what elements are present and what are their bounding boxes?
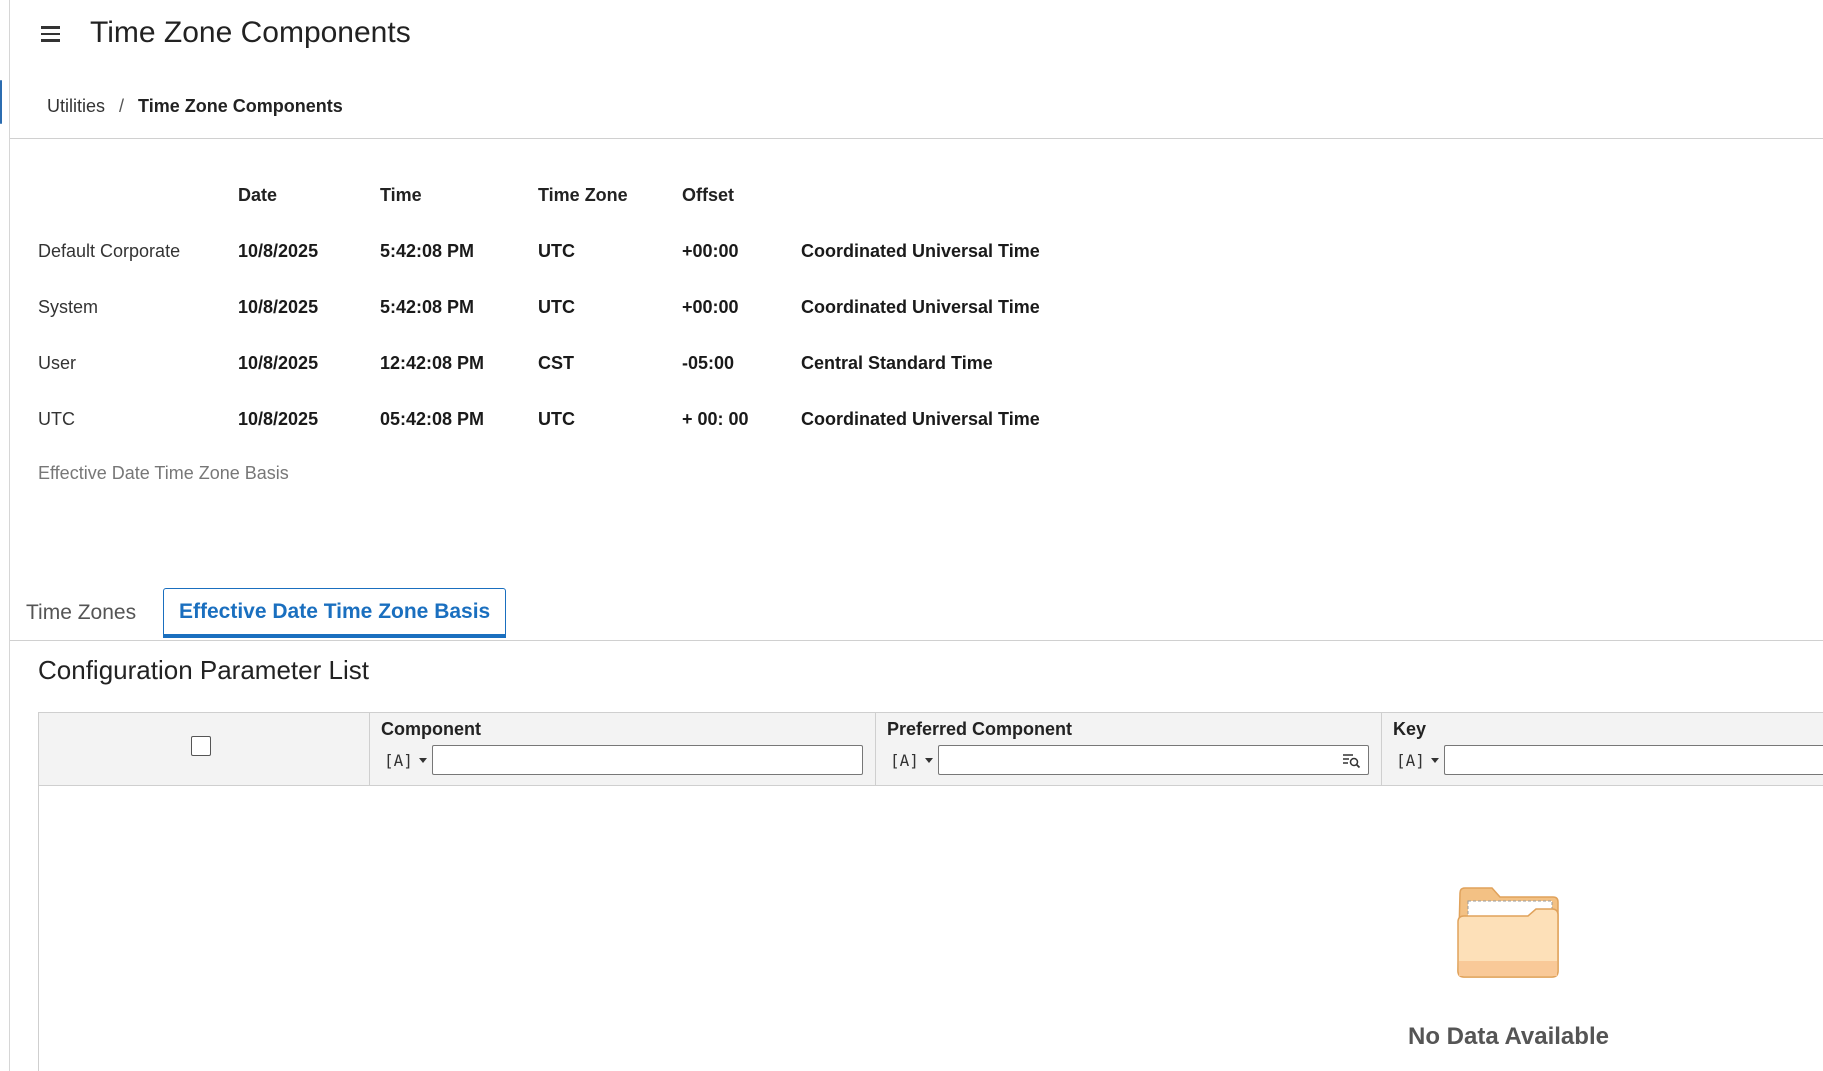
- row-time: 5:42:08 PM: [380, 241, 475, 261]
- row-date: 10/8/2025: [238, 353, 319, 373]
- select-column: [39, 713, 370, 785]
- column-header-time-zone: Time Zone: [538, 185, 628, 205]
- row-zone: CST: [538, 353, 574, 373]
- column-header-offset: Offset: [682, 185, 735, 205]
- filter-operator-dropdown[interactable]: [A]: [384, 748, 427, 772]
- column-header-time: Time: [380, 185, 422, 205]
- row-zone: UTC: [538, 409, 575, 429]
- select-all-checkbox[interactable]: [191, 736, 211, 756]
- row-time: 05:42:08 PM: [380, 409, 485, 429]
- row-offset: -05:00: [682, 353, 735, 373]
- caret-down-icon: [924, 757, 933, 763]
- page-title: Time Zone Components: [90, 16, 411, 49]
- no-data-message: No Data Available: [1408, 1023, 1609, 1050]
- column-component: Component [A]: [370, 713, 876, 785]
- tab-time-zones[interactable]: Time Zones: [26, 588, 136, 638]
- column-preferred-component: Preferred Component [A]: [876, 713, 1382, 785]
- row-offset: + 00: 00: [682, 409, 749, 429]
- breadcrumb: Utilities / Time Zone Components: [47, 96, 343, 117]
- empty-state: No Data Available: [1408, 885, 1609, 1051]
- breadcrumb-current: Time Zone Components: [138, 96, 343, 116]
- tab-effective-date-time-zone-basis[interactable]: Effective Date Time Zone Basis: [163, 588, 507, 638]
- row-date: 10/8/2025: [238, 241, 319, 261]
- filter-operator-dropdown[interactable]: [A]: [890, 748, 933, 772]
- row-offset: +00:00: [682, 297, 739, 317]
- grid-title: Configuration Parameter List: [38, 655, 369, 685]
- column-header-component[interactable]: Component: [381, 719, 481, 740]
- row-zone-name: Coordinated Universal Time: [801, 409, 1040, 429]
- row-time: 12:42:08 PM: [380, 353, 485, 373]
- search-list-icon[interactable]: [1341, 750, 1361, 770]
- breadcrumb-utilities[interactable]: Utilities: [47, 96, 105, 117]
- row-label: Default Corporate: [38, 241, 181, 261]
- row-date: 10/8/2025: [238, 297, 319, 317]
- caret-down-icon: [1430, 757, 1439, 763]
- column-header-preferred-component[interactable]: Preferred Component: [887, 719, 1072, 740]
- rail-active-marker: [0, 80, 2, 124]
- header-divider: [10, 138, 1823, 139]
- row-time: 5:42:08 PM: [380, 297, 475, 317]
- tab-bar: Time Zones Effective Date Time Zone Basi…: [10, 588, 1823, 641]
- column-header-key[interactable]: Key: [1393, 719, 1426, 740]
- text-filter-icon: [A]: [1396, 750, 1425, 770]
- hamburger-menu-icon[interactable]: [39, 22, 63, 46]
- column-header-date: Date: [238, 185, 278, 205]
- text-filter-icon: [A]: [384, 750, 413, 770]
- folder-icon: [1457, 887, 1559, 978]
- key-filter-input[interactable]: [1444, 745, 1823, 775]
- left-rail: [0, 0, 10, 1071]
- text-filter-icon: [A]: [890, 750, 919, 770]
- column-key: Key [A]: [1382, 713, 1823, 785]
- filter-operator-dropdown[interactable]: [A]: [1396, 748, 1439, 772]
- row-zone-name: Coordinated Universal Time: [801, 297, 1040, 317]
- row-zone: UTC: [538, 297, 575, 317]
- grid-header: Component [A] Preferred Component [A] Ke…: [39, 713, 1823, 786]
- row-label: System: [38, 297, 99, 317]
- row-label: User: [38, 353, 77, 373]
- row-zone: UTC: [538, 241, 575, 261]
- caret-down-icon: [418, 757, 427, 763]
- preferred-component-filter-input[interactable]: [938, 745, 1369, 775]
- component-filter-input[interactable]: [432, 745, 863, 775]
- breadcrumb-separator: /: [119, 96, 125, 116]
- row-label: UTC: [38, 409, 75, 429]
- row-zone-name: Coordinated Universal Time: [801, 241, 1040, 261]
- row-date: 10/8/2025: [238, 409, 319, 429]
- effective-date-basis-link[interactable]: Effective Date Time Zone Basis: [38, 463, 289, 484]
- row-offset: +00:00: [682, 241, 739, 261]
- row-zone-name: Central Standard Time: [801, 353, 993, 373]
